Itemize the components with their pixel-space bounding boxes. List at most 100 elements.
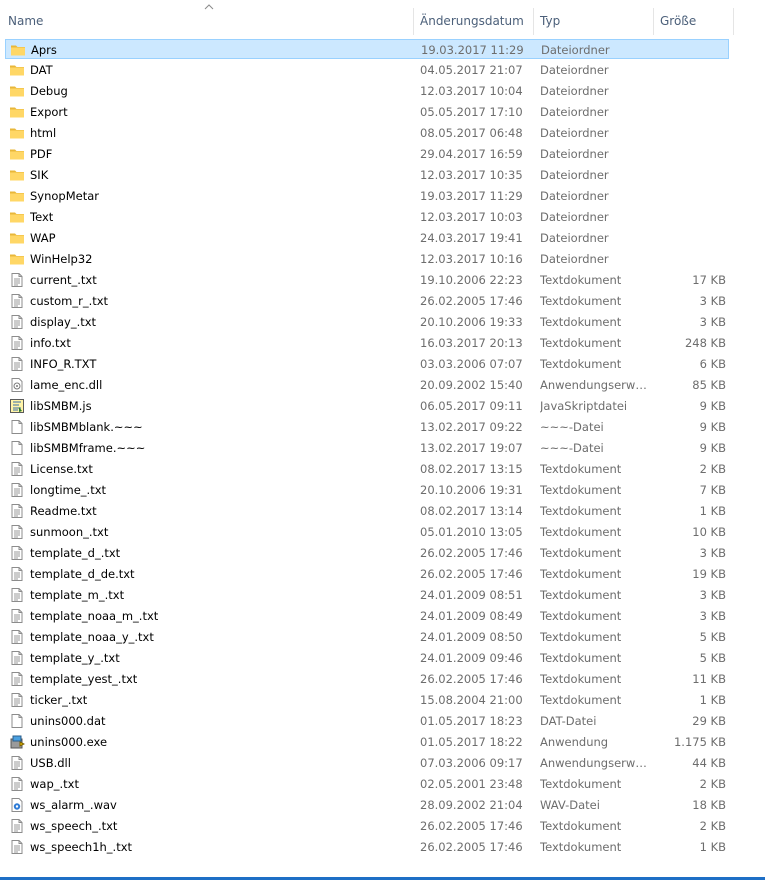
file-date: 26.02.2005 17:46	[420, 567, 523, 581]
file-row[interactable]: INFO_R.TXT 03.03.2006 07:07 Textdokument 6 …	[5, 354, 729, 374]
file-row[interactable]: ws_speech_.txt 26.02.2005 17:46 Textdokume…	[5, 816, 729, 836]
text-file-icon	[9, 293, 25, 309]
file-date: 12.03.2017 10:03	[420, 210, 523, 224]
file-type: Textdokument	[540, 840, 622, 854]
file-size: 18 KB	[692, 798, 726, 812]
file-name: libSMBM.js	[30, 399, 92, 413]
file-date: 13.02.2017 19:07	[420, 441, 523, 455]
file-row[interactable]: template_y_.txt 24.01.2009 09:46 Textdokum…	[5, 648, 729, 668]
file-size	[658, 40, 727, 60]
file-row[interactable]: WAP 24.03.2017 19:41 Dateiordner	[5, 228, 729, 248]
file-row[interactable]: longtime_.txt 20.10.2006 19:31 Textdokumen…	[5, 480, 729, 500]
file-name: Readme.txt	[30, 504, 97, 518]
file-row[interactable]: template_noaa_y_.txt 24.01.2009 08:50 Text…	[5, 627, 729, 647]
file-row[interactable]: ws_alarm_.wav 28.09.2002 21:04 WAV-Datei 18…	[5, 795, 729, 815]
text-file-icon	[9, 482, 25, 498]
file-name: ticker_.txt	[30, 693, 88, 707]
file-row[interactable]: USB.dll 07.03.2006 09:17 Anwendungserwe...…	[5, 753, 729, 773]
file-row[interactable]: template_m_.txt 24.01.2009 08:51 Textdokum…	[5, 585, 729, 605]
blank-file-icon	[9, 713, 25, 729]
file-row[interactable]: info.txt 16.03.2017 20:13 Textdokument 248 …	[5, 333, 729, 353]
file-date: 26.02.2005 17:46	[420, 546, 523, 560]
file-row[interactable]: ws_speech1h_.txt 26.02.2005 17:46 Textdoku…	[5, 837, 729, 857]
file-type: Textdokument	[540, 483, 622, 497]
file-row[interactable]: current_.txt 19.10.2006 22:23 Textdokument…	[5, 270, 729, 290]
file-row[interactable]: ticker_.txt 15.08.2004 21:00 Textdokument 1…	[5, 690, 729, 710]
file-type: Textdokument	[540, 357, 622, 371]
file-size: 44 KB	[692, 756, 726, 770]
folder-icon	[9, 146, 25, 162]
file-row[interactable]: Readme.txt 08.02.2017 13:14 Textdokument 1 …	[5, 501, 729, 521]
file-type: ~~~-Datei	[540, 441, 604, 455]
file-size: 2 KB	[699, 819, 726, 833]
file-row[interactable]: html 08.05.2017 06:48 Dateiordner	[5, 123, 729, 143]
file-date: 24.01.2009 08:51	[420, 588, 523, 602]
file-row[interactable]: License.txt 08.02.2017 13:15 Textdokument 2…	[5, 459, 729, 479]
file-row[interactable]: WinHelp32 12.03.2017 10:16 Dateiordner	[5, 249, 729, 269]
file-name: template_y_.txt	[30, 651, 120, 665]
text-file-icon	[9, 671, 25, 687]
file-row[interactable]: unins000.exe 01.05.2017 18:22 Anwendung 1.1…	[5, 732, 729, 752]
file-row[interactable]: template_d_.txt 26.02.2005 17:46 Textdokum…	[5, 543, 729, 563]
file-row[interactable]: PDF 29.04.2017 16:59 Dateiordner	[5, 144, 729, 164]
file-type: Textdokument	[540, 651, 622, 665]
file-size: 85 KB	[692, 378, 726, 392]
file-type: Textdokument	[540, 273, 622, 287]
file-size	[657, 165, 726, 185]
text-file-icon	[9, 755, 25, 771]
file-name: libSMBMblank.~~~	[30, 420, 143, 434]
file-date: 12.03.2017 10:16	[420, 252, 523, 266]
file-name: Export	[30, 105, 68, 119]
column-header-name[interactable]: Name	[8, 8, 408, 35]
file-type: Dateiordner	[540, 252, 609, 266]
column-divider[interactable]	[413, 8, 414, 35]
file-row-selected[interactable]: Aprs 19.03.2017 11:29 Dateiordner	[5, 39, 729, 59]
file-row[interactable]: DAT 04.05.2017 21:07 Dateiordner	[5, 60, 729, 80]
dll-file-icon	[9, 377, 25, 393]
file-type: Textdokument	[540, 693, 622, 707]
file-row[interactable]: custom_r_.txt 26.02.2005 17:46 Textdokumen…	[5, 291, 729, 311]
file-row[interactable]: libSMBM.js 06.05.2017 09:11 JavaSkriptdate…	[5, 396, 729, 416]
file-row[interactable]: Export 05.05.2017 17:10 Dateiordner	[5, 102, 729, 122]
file-row[interactable]: wap_.txt 02.05.2001 23:48 Textdokument 2 KB	[5, 774, 729, 794]
file-size	[657, 81, 726, 101]
text-file-icon	[9, 692, 25, 708]
blank-file-icon	[9, 419, 25, 435]
file-name: longtime_.txt	[30, 483, 107, 497]
file-row[interactable]: template_yest_.txt 26.02.2005 17:46 Textdo…	[5, 669, 729, 689]
file-date: 13.02.2017 09:22	[420, 420, 523, 434]
file-row[interactable]: sunmoon_.txt 05.01.2010 13:05 Textdokument…	[5, 522, 729, 542]
column-divider[interactable]	[653, 8, 654, 35]
file-row[interactable]: template_noaa_m_.txt 24.01.2009 08:49 Text…	[5, 606, 729, 626]
text-file-icon	[9, 272, 25, 288]
column-header-size[interactable]: Größe	[660, 8, 730, 35]
text-file-icon	[9, 335, 25, 351]
script-file-icon	[9, 398, 25, 414]
folder-icon	[9, 230, 25, 246]
file-row[interactable]: libSMBMblank.~~~ 13.02.2017 09:22 ~~~-Date…	[5, 417, 729, 437]
column-divider[interactable]	[533, 8, 534, 35]
column-header-type[interactable]: Typ	[540, 8, 648, 35]
file-row[interactable]: lame_enc.dll 20.09.2002 15:40 Anwendungser…	[5, 375, 729, 395]
file-size: 7 KB	[699, 483, 726, 497]
column-header-date[interactable]: Änderungsdatum	[420, 8, 530, 35]
file-row[interactable]: display_.txt 20.10.2006 19:33 Textdokument…	[5, 312, 729, 332]
text-file-icon	[9, 545, 25, 561]
file-type: Dateiordner	[540, 231, 609, 245]
file-type: Dateiordner	[540, 189, 609, 203]
column-divider[interactable]	[733, 8, 734, 35]
file-row[interactable]: unins000.dat 01.05.2017 18:23 DAT-Datei 29 …	[5, 711, 729, 731]
file-row[interactable]: SynopMetar 19.03.2017 11:29 Dateiordner	[5, 186, 729, 206]
file-type: ~~~-Datei	[540, 420, 604, 434]
file-row[interactable]: SIK 12.03.2017 10:35 Dateiordner	[5, 165, 729, 185]
file-row[interactable]: libSMBMframe.~~~ 13.02.2017 19:07 ~~~-Date…	[5, 438, 729, 458]
file-row[interactable]: Text 12.03.2017 10:03 Dateiordner	[5, 207, 729, 227]
file-name: template_noaa_y_.txt	[30, 630, 154, 644]
file-date: 02.05.2001 23:48	[420, 777, 523, 791]
file-name: Aprs	[31, 43, 57, 57]
file-row[interactable]: Debug 12.03.2017 10:04 Dateiordner	[5, 81, 729, 101]
file-name: INFO_R.TXT	[30, 357, 97, 371]
folder-icon	[9, 167, 25, 183]
file-type: DAT-Datei	[540, 714, 597, 728]
file-row[interactable]: template_d_de.txt 26.02.2005 17:46 Textdok…	[5, 564, 729, 584]
